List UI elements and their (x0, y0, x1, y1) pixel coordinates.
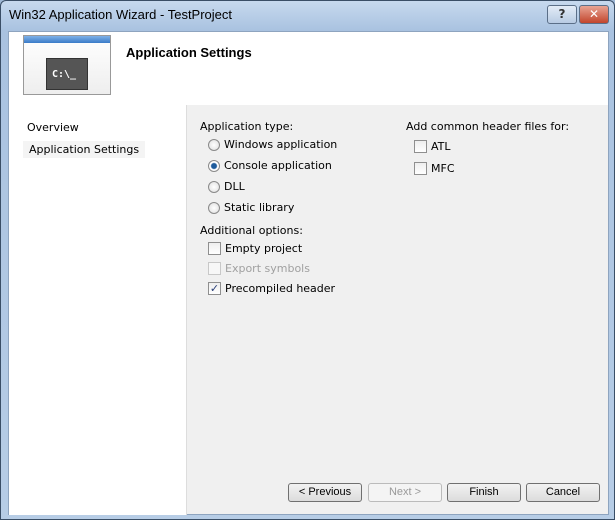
additional-options-label: Additional options: (200, 224, 303, 237)
client-area: C:\_ Application Settings Overview Appli… (8, 31, 609, 515)
console-app-logo: C:\_ (23, 35, 111, 95)
checkbox-atl[interactable]: ATL (414, 140, 451, 153)
header-banner: C:\_ Application Settings (9, 32, 608, 105)
nav-item-application-settings[interactable]: Application Settings (23, 141, 146, 158)
radio-icon[interactable] (208, 180, 220, 193)
finish-button[interactable]: Finish (447, 483, 521, 502)
checkbox-icon[interactable] (414, 162, 427, 175)
close-button[interactable]: ✕ (579, 5, 609, 24)
checkbox-icon[interactable] (414, 140, 427, 153)
help-button[interactable]: ? (547, 5, 577, 24)
application-type-label: Application type: (200, 120, 294, 133)
terminal-icon: C:\_ (46, 58, 88, 90)
radio-console-application[interactable]: Console application (208, 159, 332, 172)
checkbox-export-symbols: Export symbols (208, 262, 310, 275)
wizard-window: Win32 Application Wizard - TestProject ?… (0, 0, 615, 520)
next-button: Next > (368, 483, 442, 502)
settings-panel: Application type: Windows application Co… (188, 105, 608, 515)
radio-windows-application[interactable]: Windows application (208, 138, 337, 151)
checkbox-mfc[interactable]: MFC (414, 162, 455, 175)
cancel-button[interactable]: Cancel (526, 483, 600, 502)
radio-icon[interactable] (208, 138, 220, 151)
checkbox-precompiled-header[interactable]: ✓ Precompiled header (208, 282, 335, 295)
checkbox-icon[interactable] (208, 242, 221, 255)
previous-button[interactable]: < Previous (288, 483, 362, 502)
radio-static-library[interactable]: Static library (208, 201, 294, 214)
window-title: Win32 Application Wizard - TestProject (9, 7, 233, 22)
checkbox-icon (208, 262, 221, 275)
nav-item-overview[interactable]: Overview (21, 119, 85, 136)
page-title: Application Settings (126, 45, 252, 60)
header-files-label: Add common header files for: (406, 120, 570, 133)
checkbox-empty-project[interactable]: Empty project (208, 242, 302, 255)
radio-dll[interactable]: DLL (208, 180, 245, 193)
wizard-nav: Overview Application Settings (9, 105, 187, 515)
radio-icon[interactable] (208, 201, 220, 214)
radio-selected-icon[interactable] (208, 159, 220, 172)
checkmark-icon[interactable]: ✓ (208, 282, 221, 295)
